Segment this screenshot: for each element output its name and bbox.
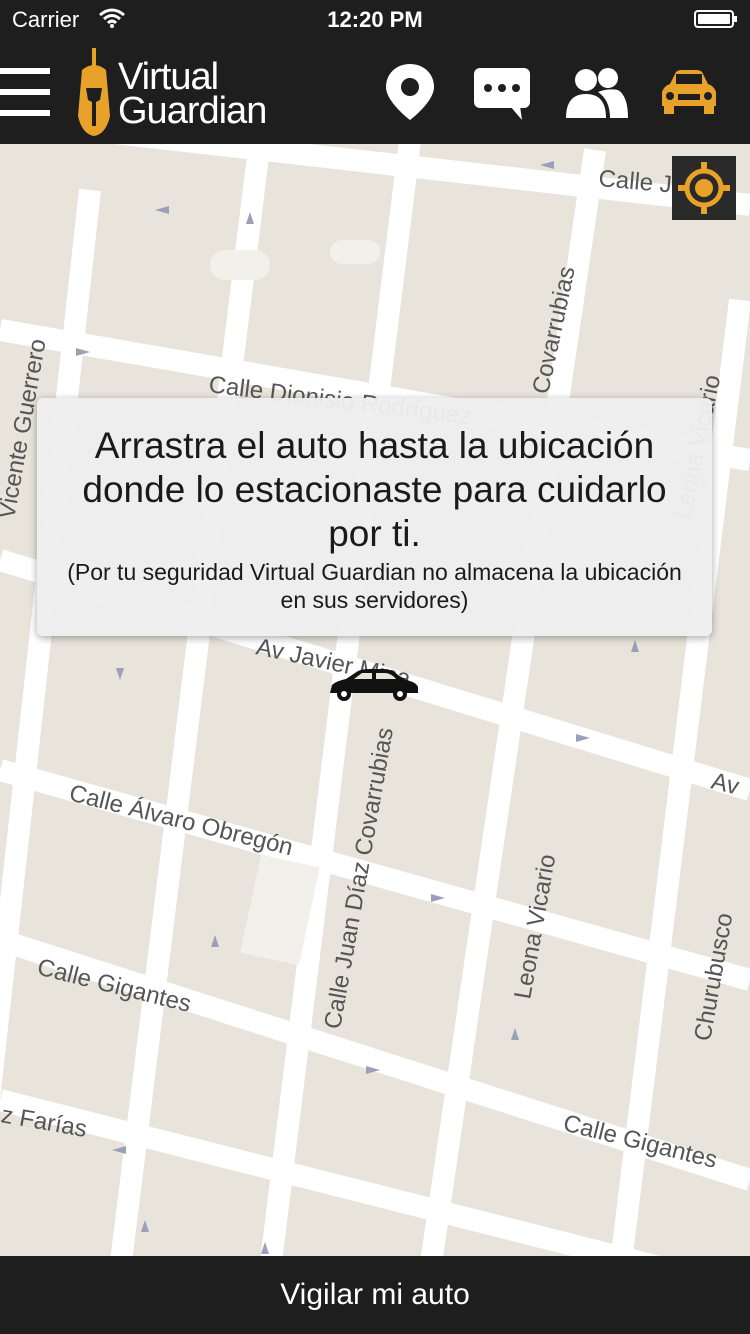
battery-icon [694, 10, 737, 28]
locate-me-button[interactable] [672, 156, 736, 220]
status-bar: Carrier 12:20 PM [0, 0, 750, 40]
app-logo-text: Virtual Guardian [118, 56, 267, 132]
car-marker-icon[interactable] [328, 667, 420, 703]
map-pin-icon[interactable] [378, 62, 442, 122]
street-label: Calle Gigantes [35, 954, 194, 1018]
watch-car-button[interactable]: Vigilar mi auto [0, 1256, 750, 1334]
instruction-dialog: Arrastra el auto hasta la ubicación dond… [37, 398, 712, 636]
crosshair-icon [678, 162, 730, 214]
privacy-note: (Por tu seguridad Virtual Guardian no al… [67, 559, 682, 613]
nav-bar: Virtual Guardian [0, 40, 750, 144]
car-icon[interactable] [656, 62, 720, 122]
users-icon[interactable] [564, 62, 628, 122]
logo-line-1: Virtual [118, 56, 219, 98]
logo-line-2: Guardian [118, 90, 267, 132]
instruction-text: Arrastra el auto hasta la ubicación dond… [82, 425, 667, 554]
status-time: 12:20 PM [327, 7, 423, 32]
menu-icon[interactable] [0, 64, 54, 120]
street-label: z Farías [0, 1101, 89, 1143]
helmet-logo-icon [78, 48, 110, 136]
chat-icon[interactable] [470, 62, 534, 122]
